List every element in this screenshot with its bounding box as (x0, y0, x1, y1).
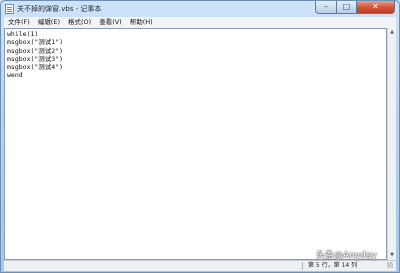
editor-content[interactable]: while(1) msgbox("测试1") msgbox("测试2") msg… (7, 30, 63, 80)
menu-bar: 文件(F) 编辑(E) 格式(O) 查看(V) 帮助(H) (4, 17, 396, 28)
status-bar: 第 5 行，第 14 列 (4, 260, 396, 271)
status-divider (302, 262, 303, 270)
title-bar[interactable]: 关不掉的弹窗.vbs - 记事本 – □ ✕ (1, 1, 399, 17)
menu-edit[interactable]: 编辑(E) (34, 17, 64, 28)
watermark: 头条@Anyday (316, 251, 377, 261)
scroll-up-icon[interactable]: ▲ (389, 29, 395, 36)
code-line: msgbox("测试4") (7, 63, 64, 72)
window-controls: – □ ✕ (315, 1, 395, 14)
vertical-scrollbar[interactable]: ▲ ▼ (387, 28, 396, 260)
notepad-icon[interactable] (5, 4, 14, 14)
menu-file[interactable]: 文件(F) (4, 17, 34, 28)
maximize-button[interactable]: □ (337, 1, 357, 14)
resize-grip-icon[interactable] (387, 262, 393, 268)
notepad-window: 关不掉的弹窗.vbs - 记事本 – □ ✕ 文件(F) 编辑(E) 格式(O)… (0, 0, 400, 273)
minimize-button[interactable]: – (315, 1, 337, 14)
code-line: wend (7, 71, 23, 80)
close-button[interactable]: ✕ (357, 1, 395, 14)
code-line: msgbox("测试2") (7, 46, 64, 55)
code-line: msgbox("测试1") (7, 38, 64, 47)
text-editor[interactable]: while(1) msgbox("测试1") msgbox("测试2") msg… (4, 28, 387, 260)
cursor-position: 第 5 行，第 14 列 (308, 262, 358, 269)
menu-format[interactable]: 格式(O) (64, 17, 95, 28)
scroll-down-icon[interactable]: ▼ (389, 252, 395, 259)
code-line: msgbox("测试3") (7, 54, 64, 63)
window-title: 关不掉的弹窗.vbs - 记事本 (17, 5, 102, 13)
menu-help[interactable]: 帮助(H) (126, 17, 157, 28)
menu-view[interactable]: 查看(V) (95, 17, 126, 28)
